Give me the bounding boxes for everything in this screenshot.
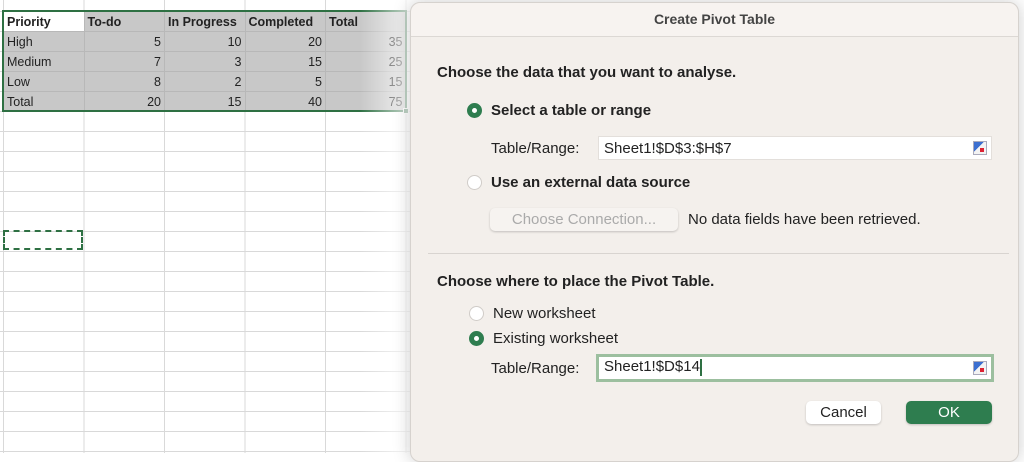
cell[interactable]: 10 [165, 32, 246, 52]
table-row: High 5 10 20 35 [4, 32, 407, 52]
range-picker-icon[interactable] [973, 361, 987, 375]
radio-checked-icon[interactable] [467, 103, 482, 118]
cell[interactable]: 15 [165, 92, 246, 112]
cell[interactable]: 3 [165, 52, 246, 72]
no-data-fields-text: No data fields have been retrieved. [688, 211, 921, 228]
cell[interactable]: High [4, 32, 85, 52]
range-picker-icon[interactable] [973, 141, 987, 155]
radio-external-source[interactable]: Use an external data source [467, 174, 690, 191]
dest-range-input[interactable]: Sheet1!$D$14 [596, 354, 994, 382]
cell[interactable]: Low [4, 72, 85, 92]
destination-cell-marquee [3, 230, 83, 250]
radio-label: Existing worksheet [493, 330, 618, 347]
range-label: Table/Range: [491, 140, 579, 157]
choose-connection-button[interactable]: Choose Connection... [490, 208, 678, 231]
cell[interactable]: 5 [84, 32, 165, 52]
text-cursor [700, 359, 702, 376]
table-row: Low 8 2 5 15 [4, 72, 407, 92]
data-table: Priority To-do In Progress Completed Tot… [3, 11, 407, 112]
cell[interactable]: 15 [245, 52, 326, 72]
table-row: Total 20 15 40 75 [4, 92, 407, 112]
cell[interactable]: 5 [245, 72, 326, 92]
radio-select-table[interactable]: Select a table or range [467, 102, 651, 119]
radio-existing-worksheet[interactable]: Existing worksheet [469, 330, 618, 347]
header-cell[interactable]: Priority [4, 12, 85, 32]
table-row: Medium 7 3 15 25 [4, 52, 407, 72]
radio-checked-icon[interactable] [469, 331, 484, 346]
radio-new-worksheet[interactable]: New worksheet [469, 305, 596, 322]
dest-range-value: Sheet1!$D$14 [604, 358, 700, 375]
cancel-button[interactable]: Cancel [806, 401, 881, 424]
cell[interactable]: 2 [165, 72, 246, 92]
header-cell[interactable]: Completed [245, 12, 326, 32]
cell[interactable]: 8 [84, 72, 165, 92]
radio-label: Select a table or range [491, 102, 651, 119]
cell[interactable]: 7 [84, 52, 165, 72]
create-pivot-table-dialog: Create Pivot Table Choose the data that … [410, 2, 1019, 462]
divider [428, 253, 1009, 254]
radio-unchecked-icon[interactable] [467, 175, 482, 190]
header-cell[interactable]: In Progress [165, 12, 246, 32]
cell[interactable]: Total [4, 92, 85, 112]
radio-label: New worksheet [493, 305, 596, 322]
cell[interactable]: 40 [245, 92, 326, 112]
header-cell[interactable]: To-do [84, 12, 165, 32]
cell[interactable]: 20 [84, 92, 165, 112]
radio-unchecked-icon[interactable] [469, 306, 484, 321]
table-header-row: Priority To-do In Progress Completed Tot… [4, 12, 407, 32]
dialog-title: Create Pivot Table [411, 3, 1018, 37]
dest-range-label: Table/Range: [491, 360, 579, 377]
cell[interactable]: 20 [245, 32, 326, 52]
section-data-heading: Choose the data that you want to analyse… [437, 64, 736, 81]
cell[interactable]: Medium [4, 52, 85, 72]
ok-button[interactable]: OK [906, 401, 992, 424]
section-place-heading: Choose where to place the Pivot Table. [437, 273, 714, 290]
radio-label: Use an external data source [491, 174, 690, 191]
table-range-input[interactable]: Sheet1!$D$3:$H$7 [598, 136, 992, 160]
table-range-value: Sheet1!$D$3:$H$7 [604, 140, 732, 157]
